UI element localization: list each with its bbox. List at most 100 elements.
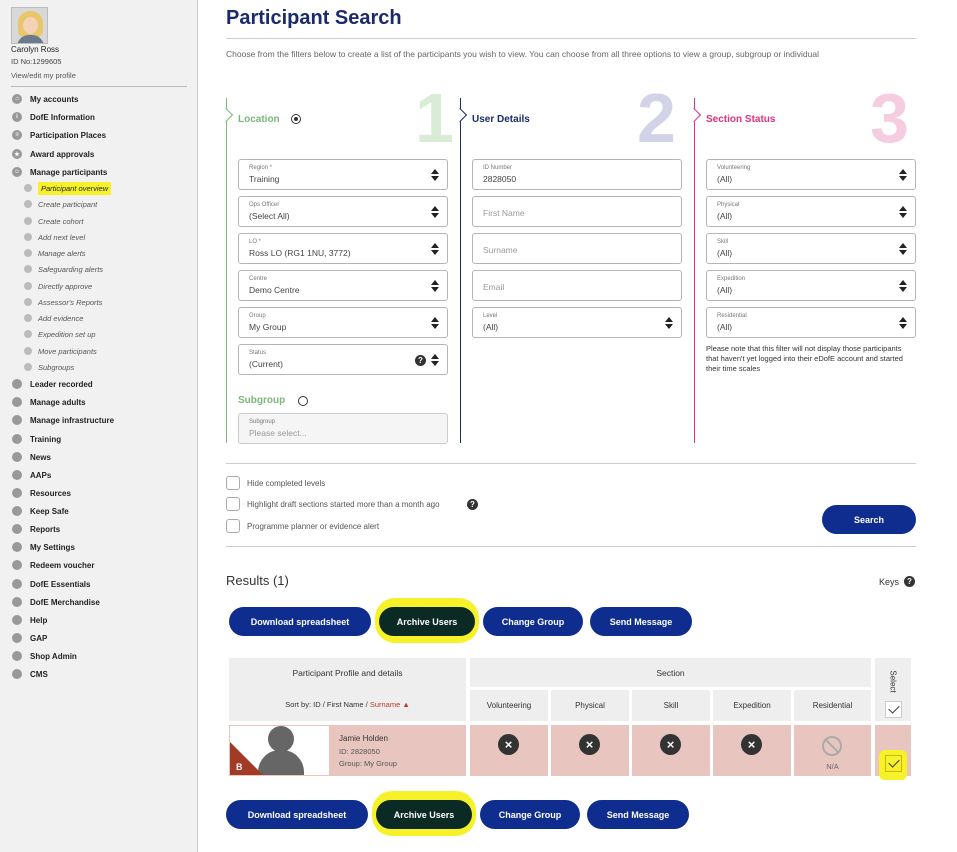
sidebar-item-manage-participants[interactable]: ☺ Manage participants xyxy=(12,166,107,178)
region-select[interactable]: Region * Training xyxy=(238,159,448,190)
sidebar-item-my-settings[interactable]: My Settings xyxy=(12,541,75,553)
menu-icon xyxy=(12,415,22,425)
sidebar-item-aaps[interactable]: AAPs xyxy=(12,469,51,481)
sidebar-item-redeem-voucher[interactable]: Redeem voucher xyxy=(12,559,94,571)
volunteering-select[interactable]: Volunteering (All) xyxy=(706,159,916,190)
avatar[interactable] xyxy=(11,7,48,44)
download-spreadsheet-button[interactable]: Download spreadsheet xyxy=(229,607,371,636)
sidebar-item-participation-places[interactable]: ≡ Participation Places xyxy=(12,129,106,141)
sidebar-sub-create-cohort[interactable]: Create cohort xyxy=(24,215,83,227)
ops-officer-select[interactable]: Ops Officer (Select All) xyxy=(238,196,448,227)
sidebar-sub-manage-alerts[interactable]: Manage alerts xyxy=(24,247,86,259)
sidebar-item-help[interactable]: Help xyxy=(12,614,47,626)
sidebar-sub-safeguarding-alerts[interactable]: Safeguarding alerts xyxy=(24,263,103,275)
sidebar-sub-subgroups[interactable]: Subgroups xyxy=(24,361,74,373)
sidebar-item-news[interactable]: News xyxy=(12,451,51,463)
first-name-field[interactable]: First Name xyxy=(472,196,682,227)
send-message-button[interactable]: Send Message xyxy=(590,607,692,636)
centre-select[interactable]: Centre Demo Centre xyxy=(238,270,448,301)
sidebar-item-dofe-essentials[interactable]: DofE Essentials xyxy=(12,578,90,590)
subgroup-select[interactable]: Subgroup Please select... xyxy=(238,413,448,444)
keys-help-icon[interactable]: ? xyxy=(904,576,915,587)
sidebar-item-leader-recorded[interactable]: Leader recorded xyxy=(12,378,93,390)
lo-select[interactable]: LO * Ross LO (RG1 1NU, 3772) xyxy=(238,233,448,264)
surname-field[interactable]: Surname xyxy=(472,233,682,264)
sidebar-sub-directly-approve[interactable]: Directly approve xyxy=(24,280,92,292)
change-group-button-bottom[interactable]: Change Group xyxy=(480,800,580,829)
sidebar-sub-add-next-level[interactable]: Add next level xyxy=(24,231,85,243)
incomplete-icon: × xyxy=(498,734,519,755)
sidebar-item-resources[interactable]: Resources xyxy=(12,487,71,499)
sidebar-item-dofe-information[interactable]: i DofE Information xyxy=(12,111,95,123)
sidebar-item-training[interactable]: Training xyxy=(12,433,61,445)
residential-status-cell[interactable]: N/A xyxy=(794,725,871,776)
change-group-button[interactable]: Change Group xyxy=(483,607,583,636)
sidebar-sub-create-participant[interactable]: Create participant xyxy=(24,198,97,210)
section-status-heading: Section Status xyxy=(706,114,776,125)
residential-select[interactable]: Residential (All) xyxy=(706,307,916,338)
profile-link[interactable]: View/edit my profile xyxy=(11,71,76,80)
expedition-status-cell[interactable]: × xyxy=(713,725,791,776)
programme-planner-checkbox[interactable] xyxy=(226,519,240,533)
skill-select[interactable]: Skill (All) xyxy=(706,233,916,264)
status-select[interactable]: Status (Current)? xyxy=(238,344,448,375)
search-button[interactable]: Search xyxy=(822,505,916,534)
sort-arrows-icon xyxy=(431,169,439,182)
subgroup-heading: Subgroup xyxy=(238,395,286,406)
sidebar-item-gap[interactable]: GAP xyxy=(12,632,47,644)
volunteering-status-cell[interactable]: × xyxy=(470,725,548,776)
sidebar-item-shop-admin[interactable]: Shop Admin xyxy=(12,650,77,662)
sidebar-divider xyxy=(11,86,187,87)
sidebar-sub-move-participants[interactable]: Move participants xyxy=(24,345,97,357)
physical-status-cell[interactable]: × xyxy=(551,725,629,776)
incomplete-icon: × xyxy=(741,734,762,755)
menu-icon xyxy=(12,379,22,389)
col-expedition-label: Expedition xyxy=(733,701,771,710)
physical-select[interactable]: Physical (All) xyxy=(706,196,916,227)
keys-link[interactable]: Keys xyxy=(879,577,899,587)
row-select-checkbox[interactable] xyxy=(885,755,902,772)
highlight-draft-checkbox[interactable] xyxy=(226,497,240,511)
archive-users-button-bottom[interactable]: Archive Users xyxy=(376,800,472,829)
expedition-select[interactable]: Expedition (All) xyxy=(706,270,916,301)
subgroup-radio[interactable] xyxy=(298,396,308,406)
results-divider xyxy=(226,546,916,547)
sidebar-item-manage-adults[interactable]: Manage adults xyxy=(12,396,86,408)
bullet-icon xyxy=(24,282,32,290)
sidebar-sub-expedition-set-up[interactable]: Expedition set up xyxy=(24,328,96,340)
bullet-icon xyxy=(24,249,32,257)
sidebar-item-reports[interactable]: Reports xyxy=(12,523,60,535)
select-all-checkbox[interactable] xyxy=(885,701,902,718)
user-id: ID No:1299605 xyxy=(11,57,62,66)
participant-name[interactable]: Jamie Holden xyxy=(339,734,388,743)
send-message-button-bottom[interactable]: Send Message xyxy=(587,800,689,829)
email-field[interactable]: Email xyxy=(472,270,682,301)
archive-users-button[interactable]: Archive Users xyxy=(379,607,475,636)
step-number-1: 1 xyxy=(415,79,454,157)
sort-arrows-icon xyxy=(431,280,439,293)
group-select[interactable]: Group My Group xyxy=(238,307,448,338)
sidebar-item-cms[interactable]: CMS xyxy=(12,668,48,680)
help-icon[interactable]: ? xyxy=(415,355,426,366)
sidebar-item-dofe-merchandise[interactable]: DofE Merchandise xyxy=(12,596,100,608)
col-skill-label: Skill xyxy=(663,701,679,710)
menu-icon xyxy=(12,579,22,589)
sidebar-sub-add-evidence[interactable]: Add evidence xyxy=(24,312,83,324)
hide-completed-checkbox[interactable] xyxy=(226,476,240,490)
sidebar-item-award-approvals[interactable]: ★ Award approvals xyxy=(12,148,94,160)
sidebar-item-keep-safe[interactable]: Keep Safe xyxy=(12,505,69,517)
sort-by[interactable]: Sort by: ID / First Name / Surname ▲ xyxy=(229,700,466,709)
status-note: Please note that this filter will not di… xyxy=(706,344,903,373)
location-radio[interactable] xyxy=(291,114,301,124)
sidebar-item-manage-infrastructure[interactable]: Manage infrastructure xyxy=(12,414,114,426)
hide-completed-label: Hide completed levels xyxy=(247,479,326,488)
menu-icon xyxy=(12,633,22,643)
sidebar-sub-participant-overview[interactable]: Participant overview xyxy=(24,181,112,195)
level-select[interactable]: Level (All) xyxy=(472,307,682,338)
id-number-field[interactable]: ID Number 2828050 xyxy=(472,159,682,190)
help-icon[interactable]: ? xyxy=(467,499,478,510)
download-spreadsheet-button-bottom[interactable]: Download spreadsheet xyxy=(226,800,368,829)
sidebar-item-my-accounts[interactable]: ⌂ My accounts xyxy=(12,93,78,105)
sidebar-sub-assessors-reports[interactable]: Assessor's Reports xyxy=(24,296,102,308)
skill-status-cell[interactable]: × xyxy=(632,725,710,776)
